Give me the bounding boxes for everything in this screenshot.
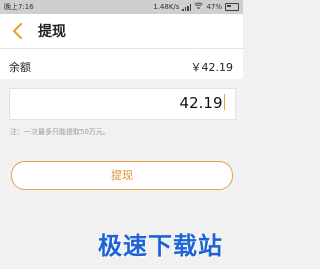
withdraw-limit-note: 注：一次最多只能提取50万元。: [10, 128, 110, 136]
text-cursor: [223, 94, 225, 110]
header-bar: 提现 jisu: [0, 14, 243, 50]
back-chevron-icon: [12, 22, 23, 40]
status-indicators: 1.48K/s 47%: [153, 0, 239, 14]
balance-value: ￥42.19: [190, 61, 234, 74]
amount-input-value: 42.19: [180, 94, 225, 112]
status-bar: 晚上7:16 1.48K/s 47%: [0, 0, 243, 14]
battery-icon: [225, 3, 239, 11]
balance-row: 余额 ￥42.19: [0, 49, 243, 79]
back-button[interactable]: [10, 22, 26, 40]
header-watermark: jisu: [197, 30, 235, 50]
signal-icon: [182, 3, 192, 11]
site-watermark: 极速下载站: [98, 232, 223, 260]
amount-input[interactable]: 42.19: [9, 88, 236, 120]
status-time: 晚上7:16: [4, 3, 34, 11]
network-speed: 1.48K/s: [153, 3, 180, 11]
page-title: 提现: [38, 24, 66, 40]
balance-label: 余额: [9, 61, 31, 74]
withdraw-button[interactable]: 提现: [11, 161, 233, 190]
amount-text: 42.19: [179, 94, 223, 112]
battery-percent: 47%: [206, 3, 222, 11]
wifi-icon: [194, 0, 204, 14]
